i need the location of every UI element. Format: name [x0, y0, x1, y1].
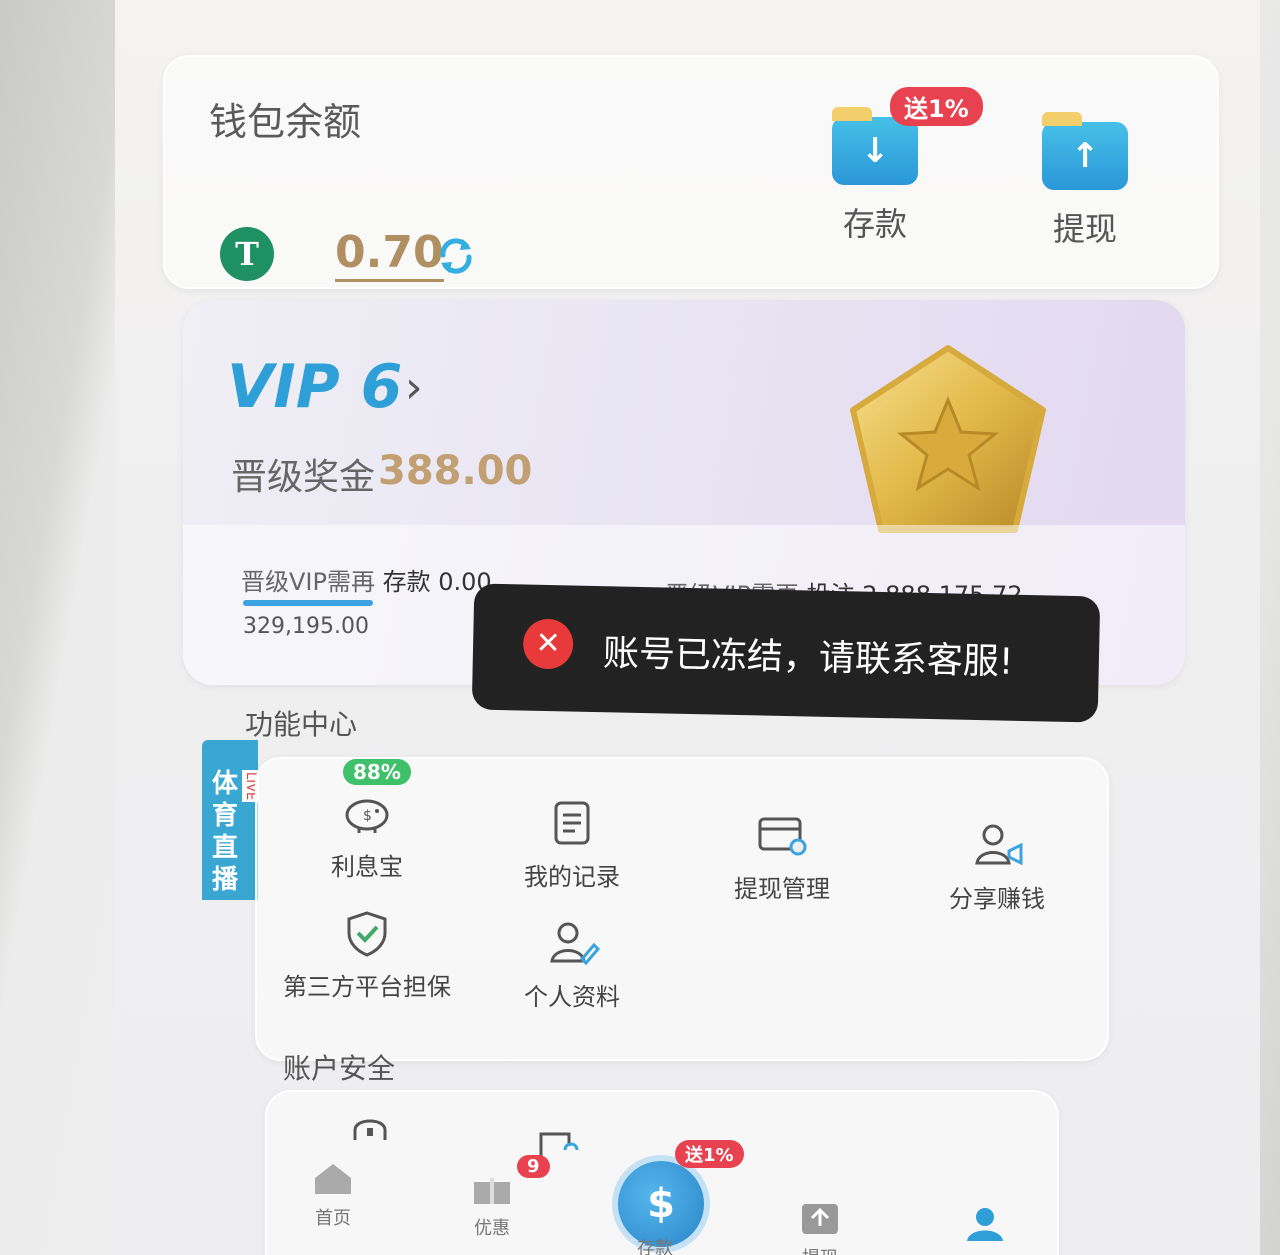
- center-deposit-badge: 送1%: [675, 1140, 744, 1168]
- chevron-right-icon[interactable]: ›: [405, 362, 423, 413]
- app-screen: 钱包余额 T 0.70 ↓ 存款 送1% ↑ 提现 VIP 6 › 晋级奖金 3…: [115, 0, 1260, 1255]
- tether-icon: T: [220, 227, 274, 281]
- error-toast: ✕ 账号已冻结，请联系客服!: [471, 583, 1101, 723]
- nav-home[interactable]: 首页: [283, 1160, 383, 1230]
- gift-icon: [474, 1178, 510, 1204]
- vip-level: VIP 6: [227, 352, 403, 422]
- nav-label: 提现: [770, 1244, 870, 1255]
- nav-label: 首页: [315, 1208, 351, 1229]
- nav-withdraw[interactable]: 提现: [770, 1200, 870, 1255]
- wallet-balance: 0.70: [335, 227, 444, 282]
- promotions-count-badge: 9: [517, 1155, 550, 1178]
- user-icon: [967, 1208, 1003, 1241]
- features-card: $ 利息宝 88% 我的记录 提现管理 分享赚钱 第三方平台担保 个人资料: [255, 757, 1109, 1061]
- feature-label: 我的记录: [524, 863, 620, 891]
- withdraw-folder-icon: ↑: [1042, 112, 1128, 190]
- security-title: 账户安全: [283, 1052, 396, 1085]
- card-icon: [758, 817, 807, 856]
- withdraw-label: 提现: [1052, 210, 1117, 248]
- user-megaphone-icon: [975, 824, 1023, 866]
- wallet-title: 钱包余额: [209, 100, 362, 144]
- deposit-req-kind: 存款: [382, 568, 431, 596]
- deposit-button[interactable]: ↓ 存款: [805, 107, 945, 245]
- refresh-icon[interactable]: [435, 235, 477, 277]
- svg-text:$: $: [363, 808, 372, 824]
- interest-rate-badge: 88%: [343, 759, 411, 785]
- feature-label: 个人资料: [524, 983, 620, 1011]
- deposit-folder-icon: ↓: [832, 107, 918, 185]
- features-title: 功能中心: [245, 708, 358, 741]
- upload-icon: [802, 1204, 838, 1234]
- feature-label: 利息宝: [331, 853, 403, 881]
- deposit-requirement: 晋级VIP需再 存款 0.00: [241, 562, 492, 597]
- nav-deposit[interactable]: 存款: [605, 1230, 705, 1255]
- withdraw-button[interactable]: ↑ 提现: [1015, 112, 1155, 250]
- error-message: 账号已冻结，请联系客服!: [602, 633, 1014, 683]
- shield-check-icon: [347, 911, 387, 957]
- sports-live-label: 体育直播: [212, 769, 239, 895]
- deposit-need-amount: 329,195.00: [243, 614, 369, 639]
- deposit-progress-bar: [243, 600, 373, 606]
- deposit-label: 存款: [842, 205, 907, 243]
- upgrade-bonus-value: 388.00: [378, 448, 533, 494]
- nav-label: 存款: [637, 1238, 673, 1255]
- error-x-icon: ✕: [522, 618, 574, 670]
- upgrade-bonus-label: 晋级奖金: [231, 457, 376, 498]
- wallet-card: 钱包余额 T 0.70 ↓ 存款 送1% ↑ 提现: [163, 55, 1219, 289]
- key-icon[interactable]: [535, 1128, 581, 1158]
- feature-records[interactable]: 我的记录: [472, 799, 672, 892]
- feature-label: 提现管理: [734, 875, 830, 903]
- user-edit-icon: [550, 922, 601, 966]
- lock-icon[interactable]: [347, 1112, 393, 1142]
- feature-label: 分享赚钱: [949, 885, 1045, 913]
- nav-profile[interactable]: [935, 1205, 1035, 1249]
- feature-withdraw-management[interactable]: 提现管理: [682, 811, 882, 904]
- feature-guarantee[interactable]: 第三方平台担保: [267, 909, 467, 1002]
- document-icon: [554, 801, 590, 845]
- feature-profile[interactable]: 个人资料: [472, 919, 672, 1012]
- feature-label: 第三方平台担保: [283, 973, 451, 1001]
- feature-interest[interactable]: $ 利息宝: [267, 789, 467, 882]
- deposit-req-prefix: 晋级VIP需再: [241, 568, 375, 596]
- nav-label: 优惠: [474, 1218, 510, 1239]
- home-icon: [315, 1164, 351, 1194]
- sports-live-tab[interactable]: 体育直播 LIVE: [202, 740, 259, 900]
- vip-star-badge-icon: [850, 345, 1046, 533]
- nav-promotions[interactable]: 优惠: [442, 1170, 542, 1240]
- deposit-promo-badge: 送1%: [890, 87, 983, 126]
- piggy-bank-icon: $: [345, 799, 389, 833]
- feature-share-earn[interactable]: 分享赚钱: [897, 821, 1097, 914]
